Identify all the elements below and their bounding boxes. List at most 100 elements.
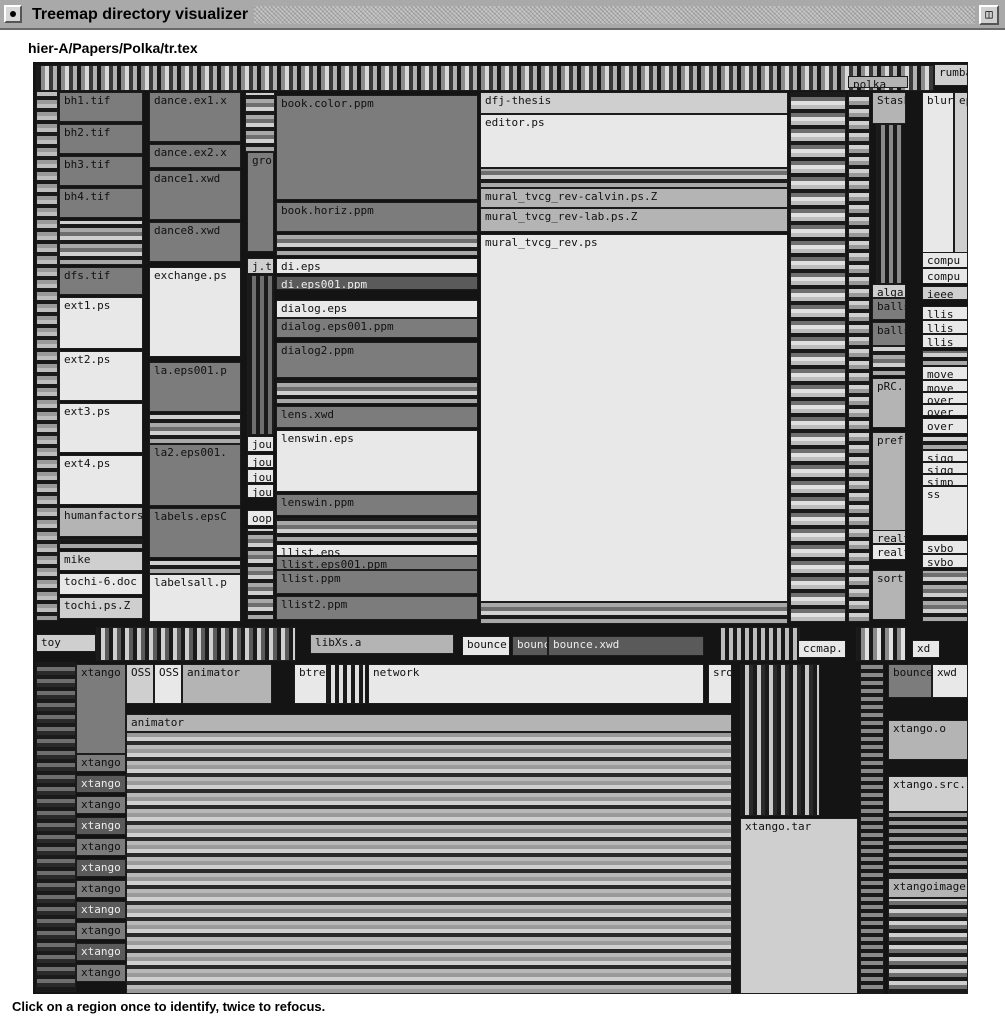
maximize-button[interactable]: ◫ (979, 5, 999, 25)
treemap-cell-lens-xwd[interactable]: lens.xwd (276, 406, 478, 428)
treemap-fine-files[interactable] (922, 570, 968, 622)
treemap-cell-dialog-eps[interactable]: dialog.eps (276, 300, 478, 318)
treemap-cell-sort[interactable]: sort (872, 570, 906, 620)
treemap-fine-files[interactable] (720, 627, 800, 661)
treemap-cell-bh4[interactable]: bh4.tif (59, 188, 143, 218)
treemap-cell-la-eps001[interactable]: la.eps001.p (149, 362, 241, 412)
treemap-cell-gro[interactable]: gro (247, 152, 274, 252)
treemap-cell-di-eps[interactable]: di.eps (276, 258, 478, 274)
treemap-cell-xtango1[interactable]: xtango (76, 754, 126, 772)
treemap-cell-ieee[interactable]: ieee (922, 286, 968, 300)
treemap-cell-xtango-tar[interactable]: xtango.tar (740, 818, 858, 994)
treemap-cell-llist-eps[interactable]: llist.eps (276, 544, 478, 556)
treemap-cell-jou3[interactable]: jou (247, 469, 274, 483)
treemap-cell-realt2[interactable]: realt (872, 544, 906, 560)
treemap-cell-polka[interactable]: polka (848, 76, 908, 88)
treemap-fine-files[interactable] (247, 528, 274, 620)
window-menu-button[interactable] (4, 5, 22, 23)
treemap-fine-files[interactable] (922, 436, 968, 450)
treemap-cell-mural-calvin[interactable]: mural_tvcg_rev-calvin.ps.Z (480, 188, 788, 208)
treemap-cell-animator-big[interactable]: animator (126, 714, 732, 732)
treemap-cell-lenswin-eps[interactable]: lenswin.eps (276, 430, 478, 492)
treemap-cell-realt1[interactable]: realt (872, 530, 906, 544)
treemap-cell-bounce-xwd[interactable]: bounce.xwd (548, 636, 704, 656)
treemap-fine-files[interactable] (59, 220, 143, 265)
treemap-cell-llist-eps001[interactable]: llist.eps001.ppm (276, 556, 478, 570)
treemap-fine-files[interactable] (276, 234, 478, 256)
treemap-cell-di-eps001[interactable]: di.eps001.ppm (276, 276, 478, 290)
treemap-cell-xwd-r[interactable]: xwd (932, 664, 968, 698)
treemap-fine-files[interactable] (740, 664, 820, 816)
treemap-top-strip[interactable] (36, 65, 934, 91)
treemap-cell-rumba-ta[interactable]: rumba.ta (934, 64, 968, 86)
treemap-cell-over2[interactable]: over (922, 404, 968, 416)
treemap-fine-files[interactable] (888, 898, 968, 994)
treemap-fine-files[interactable] (480, 168, 788, 188)
treemap-cell-jt[interactable]: j.t (247, 258, 274, 274)
treemap-cell-dialog-eps001[interactable]: dialog.eps001.ppm (276, 318, 478, 338)
treemap-cell-svbo2[interactable]: svbo (922, 554, 968, 568)
treemap-cell-xtango-o[interactable]: xtango.o (888, 720, 968, 760)
treemap-cell-ccmap[interactable]: ccmap. (798, 640, 846, 658)
treemap-cell-over3[interactable]: over (922, 418, 968, 434)
treemap-cell-llis3[interactable]: llis (922, 334, 968, 348)
treemap-cell-bounce1[interactable]: bounce (462, 636, 510, 656)
treemap-fine-files[interactable] (149, 560, 241, 574)
treemap-cell-humanfactors[interactable]: humanfactors (59, 507, 143, 537)
treemap-cell-algar[interactable]: algar (872, 284, 906, 298)
treemap-fine-files[interactable] (872, 346, 906, 376)
treemap-cell-book-horiz[interactable]: book.horiz.ppm (276, 202, 478, 232)
treemap-cell-prc[interactable]: pRC. (872, 378, 906, 428)
treemap-cell-oss1[interactable]: OSS (126, 664, 154, 704)
treemap-cell-llist-ppm[interactable]: llist.ppm (276, 570, 478, 594)
treemap-cell-ext4[interactable]: ext4.ps (59, 455, 143, 505)
treemap-fine-files[interactable] (276, 518, 478, 542)
treemap-fine-files[interactable] (326, 664, 366, 704)
treemap-cell-xtango7[interactable]: xtango (76, 880, 126, 898)
treemap-cell-dfj-thesis[interactable]: dfj-thesis (480, 92, 788, 114)
treemap-cell-xtango2[interactable]: xtango (76, 775, 126, 793)
treemap-cell-oop[interactable]: oop (247, 510, 274, 526)
treemap-cell-xtango10[interactable]: xtango (76, 943, 126, 961)
treemap-cell-llist2[interactable]: llist2.ppm (276, 596, 478, 620)
treemap-cell-bh2[interactable]: bh2.tif (59, 124, 143, 154)
treemap-cell-dance8[interactable]: dance8.xwd (149, 222, 241, 262)
treemap-cell-computer1[interactable]: compu (922, 252, 968, 268)
treemap-cell-dance-ex2[interactable]: dance.ex2.x (149, 144, 241, 168)
treemap-cell-book-color[interactable]: book.color.ppm (276, 95, 478, 200)
treemap-cell-mural-lab[interactable]: mural_tvcg_rev-lab.ps.Z (480, 208, 788, 232)
treemap-cell-editor-ps[interactable]: editor.ps (480, 114, 788, 168)
treemap-cell-llis2[interactable]: llis (922, 320, 968, 334)
treemap-cell-simp[interactable]: simp (922, 474, 968, 486)
treemap-cell-blur[interactable]: blur (922, 92, 954, 254)
treemap-cell-bh1[interactable]: bh1.tif (59, 92, 143, 122)
treemap-cell-ext1[interactable]: ext1.ps (59, 297, 143, 349)
treemap-cell-move2[interactable]: move (922, 380, 968, 392)
treemap-cell-sro[interactable]: sro (708, 664, 732, 704)
treemap-fine-files[interactable] (876, 124, 902, 284)
treemap-left-margin[interactable] (36, 91, 58, 621)
treemap-cell-exchange[interactable]: exchange.ps (149, 267, 241, 357)
treemap-cell-xtango9[interactable]: xtango (76, 922, 126, 940)
treemap-fine-files[interactable] (126, 732, 732, 994)
treemap-cell-pref[interactable]: pref (872, 432, 906, 532)
treemap-cell-xtangoimage[interactable]: xtangoimage.o (888, 878, 968, 898)
treemap-cell-jou1[interactable]: jou (247, 436, 274, 452)
treemap-cell-computer2[interactable]: compu (922, 268, 968, 284)
treemap-cell-toy[interactable]: toy (36, 634, 96, 652)
treemap-fine-files[interactable] (149, 414, 241, 444)
treemap-cell-xtango3[interactable]: xtango (76, 796, 126, 814)
treemap-cell-labelsall[interactable]: labelsall.p (149, 574, 241, 622)
treemap-cell-libxs[interactable]: libXs.a (310, 634, 454, 654)
treemap-cell-xtango8[interactable]: xtango (76, 901, 126, 919)
treemap-cell-balls2[interactable]: balls (872, 322, 906, 346)
treemap-cell-xd[interactable]: xd (912, 640, 940, 658)
treemap-cell-dance-ex1[interactable]: dance.ex1.x (149, 92, 241, 142)
treemap-cell-sigg2[interactable]: sigg (922, 462, 968, 474)
treemap-fine-files[interactable] (247, 275, 274, 435)
treemap-cell-dance1[interactable]: dance1.xwd (149, 170, 241, 220)
treemap-cell-tochi6[interactable]: tochi-6.doc (59, 573, 143, 595)
treemap-fine-files[interactable] (848, 92, 870, 622)
treemap-fine-files[interactable] (59, 539, 143, 549)
treemap-cell-xtango5[interactable]: xtango (76, 838, 126, 856)
